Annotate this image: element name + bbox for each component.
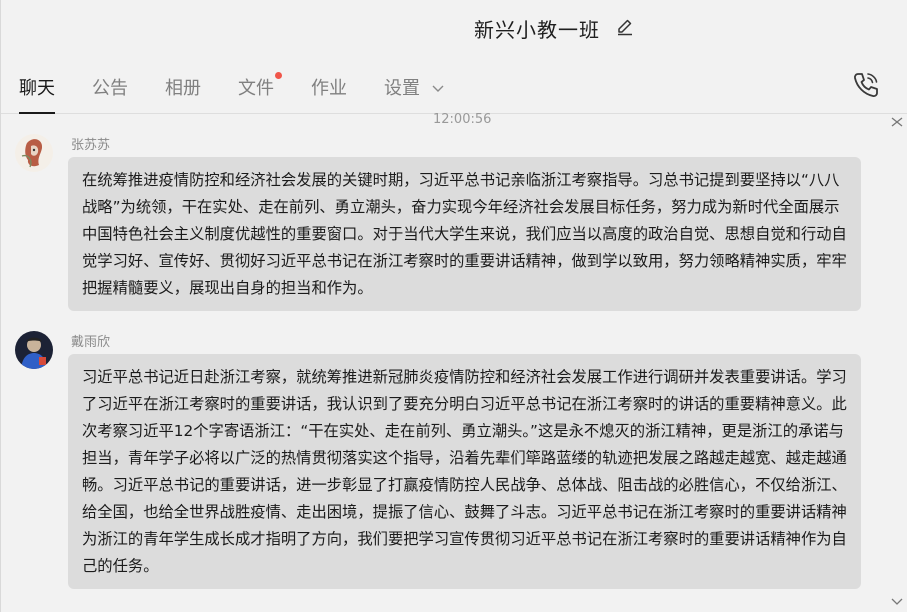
message-timestamp: 12:00:56 bbox=[433, 112, 492, 127]
chat-window: 新兴小教一班 聊天 公告 相册 文件 作业 设置 12:00:56 张苏苏 在统… bbox=[0, 0, 907, 612]
tab-label: 公告 bbox=[92, 78, 128, 99]
chevron-down-icon bbox=[432, 85, 444, 92]
close-icon[interactable] bbox=[891, 117, 903, 127]
avatar-image bbox=[15, 331, 53, 369]
message-bubble[interactable]: 在统筹推进疫情防控和经济社会发展的关键时期，习近平总书记亲临浙江考察指导。习总书… bbox=[68, 157, 861, 311]
sender-name: 戴雨欣 bbox=[71, 335, 111, 350]
tab-files[interactable]: 文件 bbox=[238, 72, 282, 114]
tab-settings[interactable]: 设置 bbox=[384, 74, 444, 114]
notification-dot bbox=[275, 72, 282, 79]
sender-name: 张苏苏 bbox=[71, 138, 111, 153]
avatar[interactable] bbox=[15, 331, 53, 369]
tab-homework[interactable]: 作业 bbox=[311, 74, 347, 114]
group-title: 新兴小教一班 bbox=[474, 18, 600, 42]
avatar-image bbox=[15, 134, 53, 172]
message-bubble[interactable]: 习近平总书记近日赴浙江考察，就统筹推进新冠肺炎疫情防控和经济社会发展工作进行调研… bbox=[68, 354, 861, 589]
tab-label: 相册 bbox=[165, 78, 201, 99]
avatar[interactable] bbox=[15, 134, 53, 172]
tab-label: 设置 bbox=[384, 78, 420, 99]
tab-album[interactable]: 相册 bbox=[165, 74, 201, 114]
tab-chat[interactable]: 聊天 bbox=[19, 74, 55, 114]
tab-label: 文件 bbox=[238, 78, 274, 99]
tab-announcements[interactable]: 公告 bbox=[92, 74, 128, 114]
tab-label: 聊天 bbox=[19, 78, 55, 99]
tab-label: 作业 bbox=[311, 78, 347, 99]
phone-icon[interactable] bbox=[851, 70, 881, 100]
tab-bar: 聊天 公告 相册 文件 作业 设置 bbox=[1, 62, 907, 114]
scroll-down-icon[interactable] bbox=[891, 598, 903, 606]
title-bar: 新兴小教一班 bbox=[1, 0, 907, 56]
active-tab-indicator bbox=[19, 112, 55, 114]
pencil-icon[interactable] bbox=[615, 17, 635, 37]
